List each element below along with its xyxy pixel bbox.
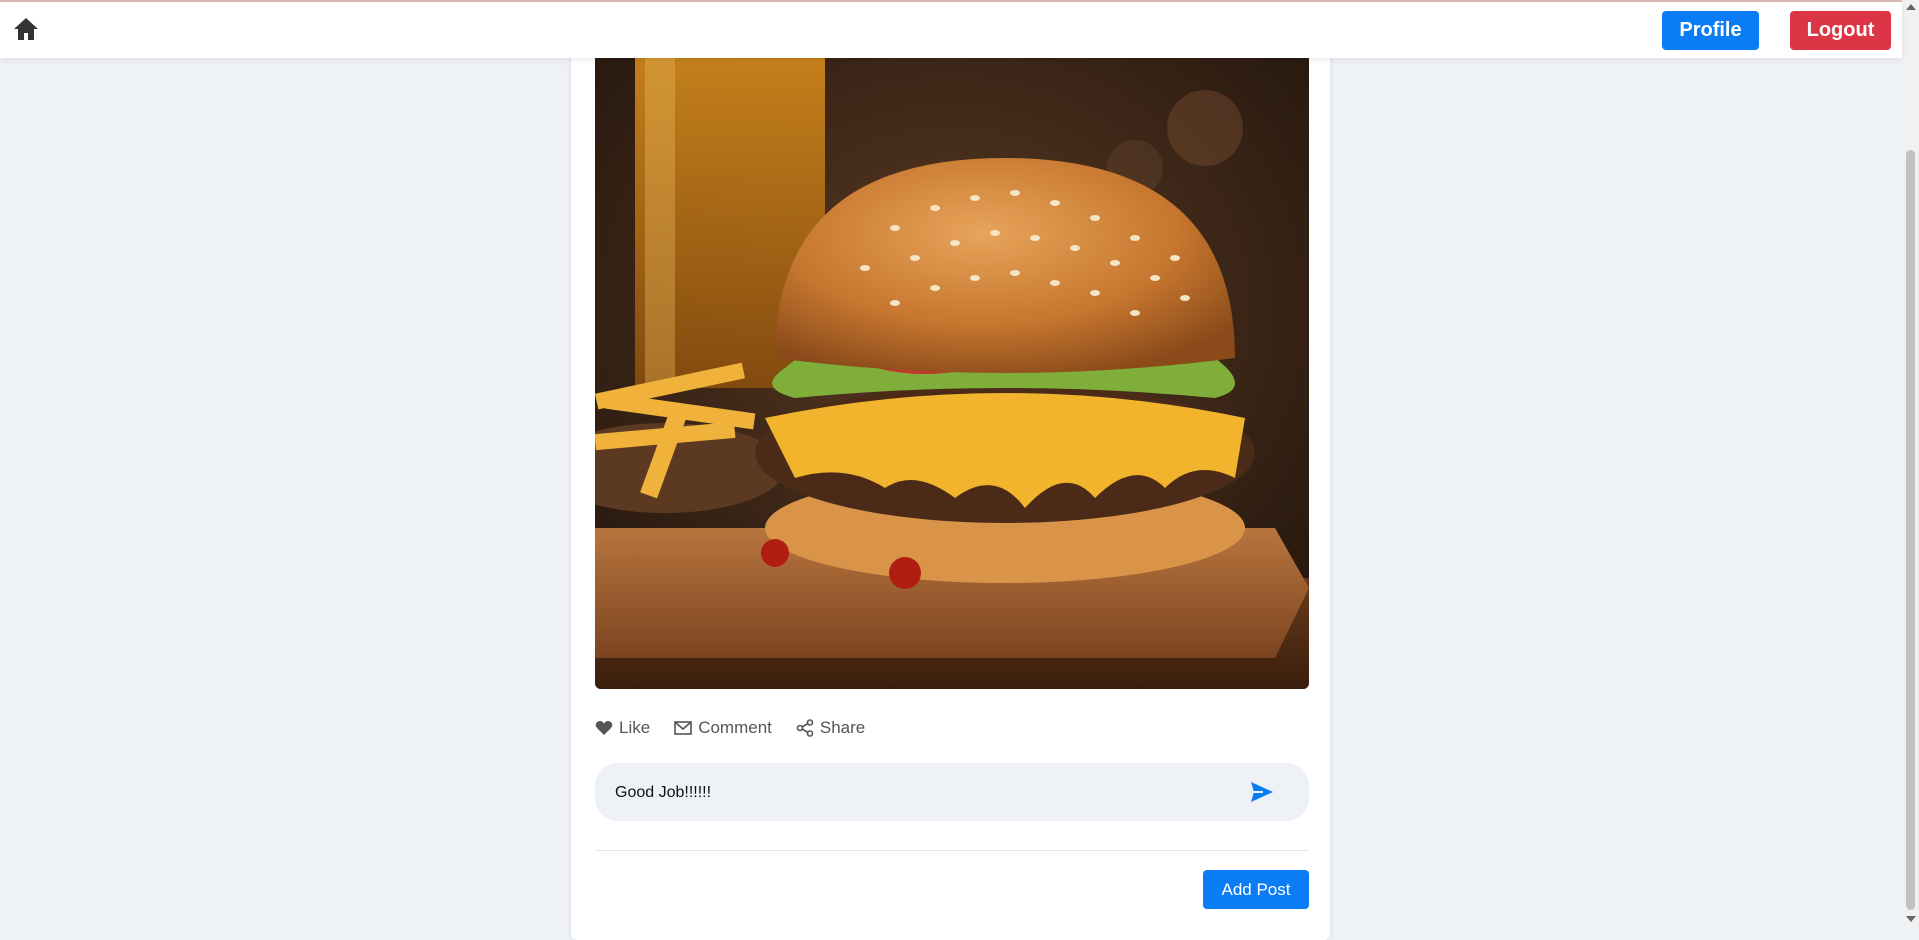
post-image [595, 58, 1309, 689]
heart-icon [595, 721, 613, 735]
comment-box [595, 763, 1309, 821]
post-card: Like Comment Share Good Job!!!!!! Add Po… [571, 40, 1330, 940]
top-navbar: Profile Logout [0, 0, 1902, 58]
comment-input[interactable] [613, 775, 1237, 811]
home-icon[interactable] [12, 16, 40, 42]
share-icon [796, 719, 814, 737]
share-button[interactable]: Share [796, 718, 865, 738]
logout-button[interactable]: Logout [1790, 11, 1891, 50]
like-button[interactable]: Like [595, 718, 650, 738]
add-post-button[interactable]: Add Post [1203, 870, 1309, 909]
comment-label: Comment [698, 718, 772, 737]
profile-button[interactable]: Profile [1662, 11, 1759, 50]
page-scrollbar[interactable] [1902, 0, 1919, 926]
comment-button[interactable]: Comment [674, 718, 772, 738]
scroll-up-arrow-icon[interactable] [1906, 4, 1916, 10]
send-button[interactable] [1249, 780, 1275, 804]
like-label: Like [619, 718, 651, 737]
share-label: Share [819, 718, 866, 737]
scroll-down-arrow-icon[interactable] [1906, 916, 1916, 922]
mail-icon [674, 721, 692, 735]
divider [595, 850, 1309, 851]
post-actions: Like Comment Share [595, 716, 889, 740]
send-icon [1251, 782, 1273, 802]
scroll-thumb[interactable] [1906, 150, 1915, 910]
